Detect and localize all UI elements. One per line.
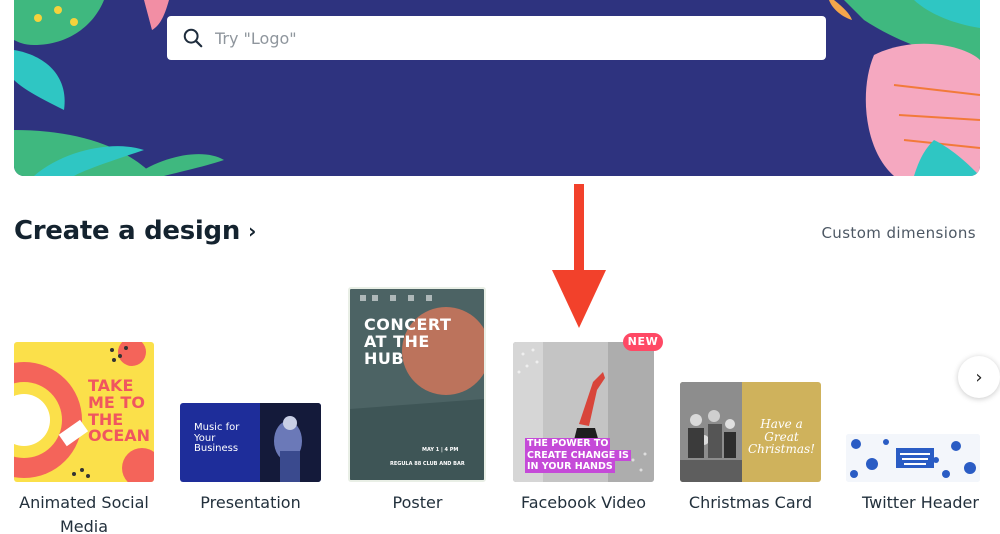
card-label-line: Media: [59, 517, 109, 534]
poster-date: MAY 1 | 4 PM: [422, 447, 459, 453]
card-label-presentation[interactable]: Presentation: [170, 491, 331, 515]
card-label-twitter-header[interactable]: Twitter Header: [846, 491, 1000, 515]
chevron-right-icon: ›: [975, 366, 983, 388]
red-arrow-annotation: [552, 184, 606, 328]
card-label-christmas-card[interactable]: Christmas Card: [670, 491, 831, 515]
poster-venue: REGULA 88 CLUB AND BAR: [390, 461, 465, 467]
card-label-animated-social-media[interactable]: Animated Social Media: [4, 491, 164, 534]
twitter-header-thumbnail[interactable]: [846, 434, 980, 482]
new-badge: NEW: [623, 333, 663, 351]
search-bar[interactable]: [167, 16, 826, 60]
thumb-text-line: HUB: [364, 348, 405, 368]
thumb-text-line: THE POWER TO: [525, 438, 611, 450]
christmas-card-thumbnail[interactable]: Have a Great Christmas!: [680, 382, 821, 482]
family-photo: [680, 382, 742, 482]
twitter-header-pattern: [846, 434, 980, 482]
section-title-text: Create a design: [14, 216, 241, 246]
poster-thumbnail[interactable]: CONCERT AT THE HUB MAY 1 | 4 PM REGULA 8…: [348, 287, 486, 482]
card-label-poster[interactable]: Poster: [337, 491, 498, 515]
card-label-facebook-video[interactable]: Facebook Video: [503, 491, 664, 515]
search-icon: [181, 26, 205, 50]
chevron-right-icon: ›: [248, 219, 257, 243]
custom-dimensions-link[interactable]: Custom dimensions: [821, 224, 976, 242]
create-a-design-heading[interactable]: Create a design ›: [14, 216, 256, 246]
thumb-text-line: Business: [194, 443, 239, 454]
search-input[interactable]: [215, 28, 775, 48]
hero-banner: [14, 0, 980, 176]
thumb-text-line: CREATE CHANGE IS: [525, 449, 631, 461]
presentation-thumbnail[interactable]: Music for Your Business: [180, 403, 321, 482]
thumb-text-line: IN YOUR HANDS: [525, 461, 615, 473]
thumb-text-line: Music for: [194, 422, 240, 433]
thumb-text-line: OCEAN: [88, 426, 151, 446]
carousel-next-button[interactable]: ›: [958, 356, 1000, 398]
facebook-video-thumbnail[interactable]: THE POWER TO CREATE CHANGE IS IN YOUR HA…: [513, 342, 654, 482]
animated-social-media-thumbnail[interactable]: TAKE ME TO THE OCEAN: [14, 342, 154, 482]
thumb-text-line: Have a: [760, 417, 803, 431]
card-label-line: Animated Social: [19, 493, 149, 512]
presentation-photo: [260, 403, 321, 482]
thumb-text-line: Christmas!: [748, 442, 815, 457]
